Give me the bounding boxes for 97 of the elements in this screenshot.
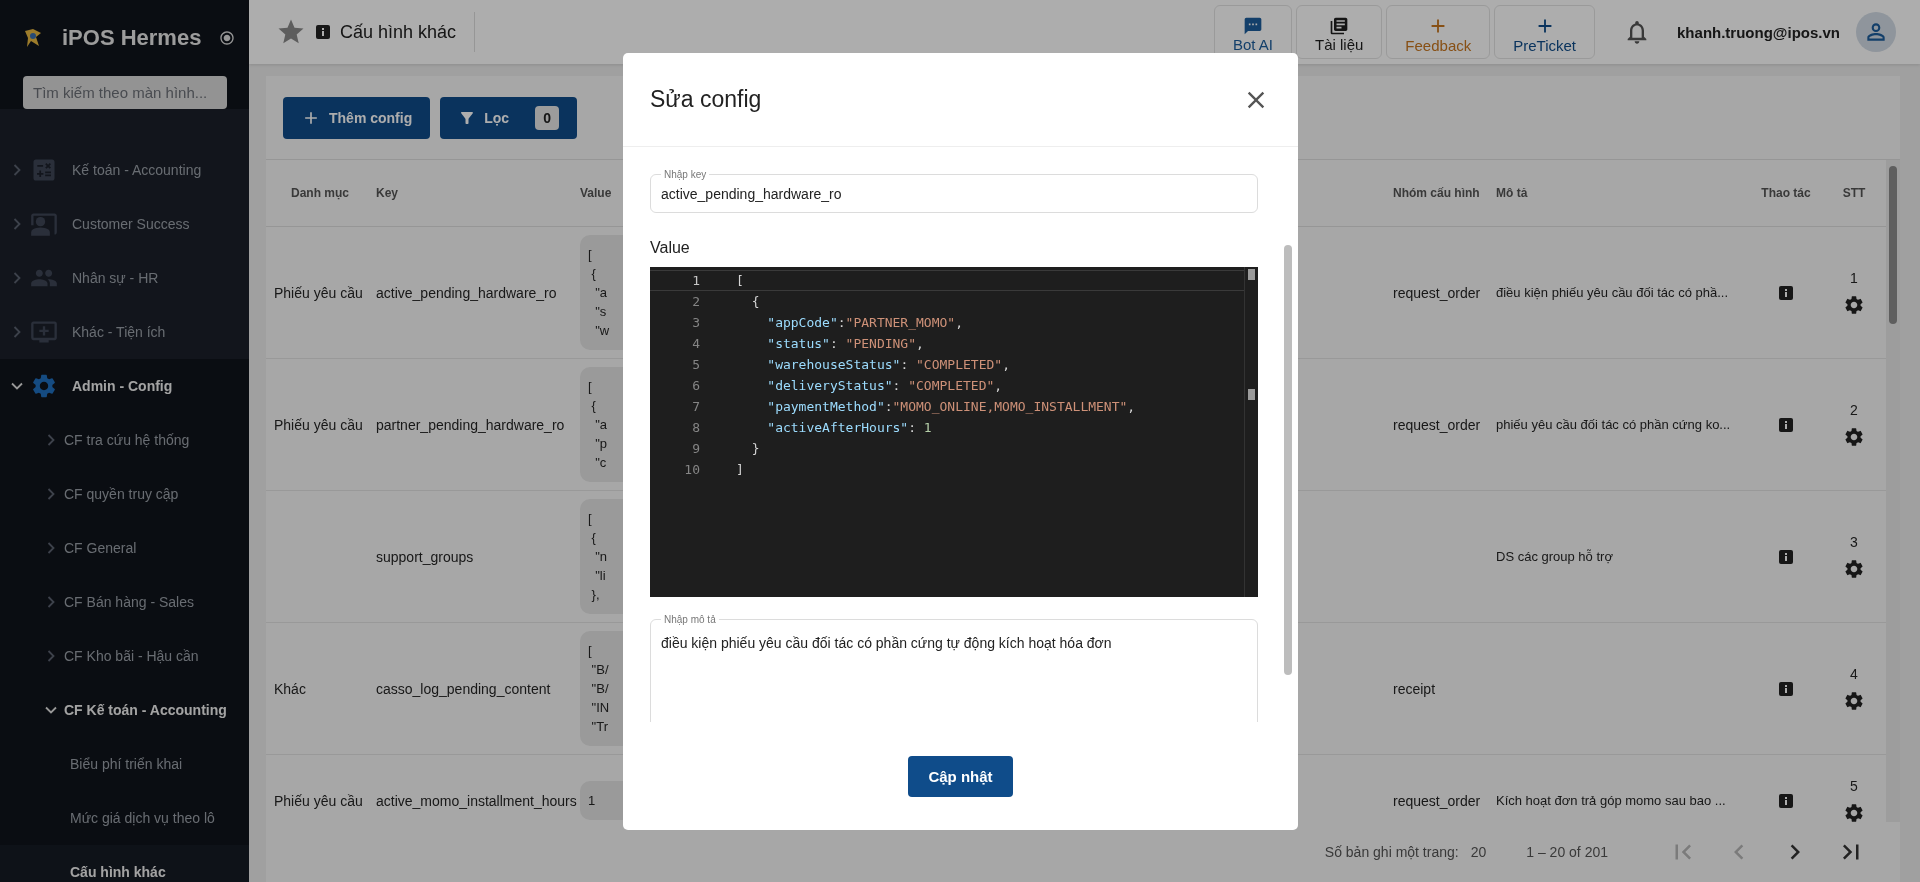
text-input[interactable]: active_pending_hardware_ro	[661, 182, 1247, 202]
line-number: 3	[691, 315, 701, 330]
sidebar-item[interactable]: Nhân sự - HR	[0, 251, 249, 305]
info-icon[interactable]	[1779, 793, 1793, 808]
settings-icon[interactable]	[1843, 425, 1865, 448]
sidebar-item[interactable]: Khác - Tiện ích	[0, 305, 249, 359]
column-header[interactable]: Thao tác	[1746, 186, 1826, 200]
table-cell: active_pending_hardware_ro	[376, 284, 557, 301]
sidebar-item[interactable]: CF Bán hàng - Sales	[0, 575, 249, 629]
value-label: Value	[650, 239, 691, 257]
rows-per-page-value[interactable]: 20	[1470, 844, 1487, 860]
line-number: 8	[691, 420, 701, 435]
table-cell: casso_log_pending_content	[376, 680, 551, 697]
column-header[interactable]: Nhóm cấu hình	[1393, 186, 1496, 200]
dialog-title: Sửa config	[650, 86, 762, 113]
page-title: Cấu hình khác	[340, 21, 457, 43]
description-field[interactable]: Nhập mô tả điều kiện phiếu yêu cầu đối tác có phần cứng tự động kích hoạt hóa đơn	[650, 614, 1258, 722]
table-cell: request_order	[1393, 792, 1481, 809]
key-field[interactable]: Nhập key active_pending_hardware_ro	[650, 169, 1258, 213]
table-cell: request_order	[1393, 416, 1481, 433]
table-cell: Khác	[274, 680, 306, 697]
column-header[interactable]: Danh mục	[266, 186, 376, 200]
radio-icon[interactable]	[219, 30, 236, 46]
line-number: 1	[691, 273, 701, 288]
field-label: Nhập mô tả	[663, 614, 717, 625]
scrollbar[interactable]	[1886, 160, 1900, 822]
info-icon[interactable]	[1779, 681, 1793, 696]
books-icon	[1329, 15, 1350, 36]
sidebar-item[interactable]: CF quyền truy cập	[0, 467, 249, 521]
sidebar-item[interactable]: CF General	[0, 521, 249, 575]
filter-button[interactable]: Lọc 0	[440, 96, 577, 139]
row-number: 5	[1850, 777, 1858, 794]
row-number: 1	[1850, 269, 1858, 286]
sidebar-item[interactable]: CF Kho bãi - Hậu cần	[0, 629, 249, 683]
table-cell: partner_pending_hardware_ro	[376, 416, 565, 433]
code-editor[interactable]	[650, 267, 1258, 597]
line-number: 7	[691, 399, 701, 414]
line-number: 6	[691, 378, 701, 393]
header-button[interactable]: Feedback	[1386, 5, 1491, 59]
settings-icon[interactable]	[1843, 557, 1865, 580]
header-button[interactable]: Tài liệu	[1296, 5, 1383, 59]
row-number: 3	[1850, 533, 1858, 550]
filter-count: 0	[535, 105, 559, 130]
settings-icon[interactable]	[1843, 689, 1865, 712]
search-field[interactable]: Tìm kiếm theo màn hình...	[23, 76, 227, 109]
chat-bubble-icon	[1243, 15, 1263, 36]
table-cell: Phiếu yêu cầu	[274, 284, 363, 301]
table-cell: DS các group hỗ trợ	[1496, 549, 1613, 564]
add-config-button[interactable]: Thêm config	[283, 96, 431, 139]
table-cell: phiếu yêu cầu đối tác có phần cứng ko...	[1496, 417, 1731, 432]
scroll-marker	[1248, 389, 1255, 400]
settings-icon[interactable]	[1843, 801, 1865, 822]
info-icon[interactable]	[316, 25, 330, 39]
table-cell: active_momo_installment_hours	[376, 792, 577, 809]
line-number: 2	[691, 294, 701, 309]
code-line: }	[750, 441, 760, 456]
sidebar-item[interactable]: Admin - Config	[0, 359, 249, 413]
header-button[interactable]: PreTicket	[1494, 5, 1596, 59]
line-number: 4	[691, 336, 701, 351]
sidebar-item[interactable]: Mức giá dịch vụ theo lô	[0, 791, 249, 845]
column-header[interactable]: Mô tả	[1496, 186, 1746, 200]
table-cell: điều kiện phiếu yêu cầu đối tác có phầ...	[1496, 285, 1728, 300]
code-line: ]	[735, 462, 744, 477]
line-number: 9	[691, 441, 701, 456]
page-range: 1 – 20 of 201	[1526, 844, 1608, 860]
table-cell: Phiếu yêu cầu	[274, 792, 363, 809]
info-icon[interactable]	[1779, 549, 1793, 564]
line-number: 10	[683, 462, 701, 477]
settings-icon	[30, 372, 58, 400]
avatar[interactable]	[1856, 12, 1896, 52]
table-cell: support_groups	[376, 548, 474, 565]
rows-per-page-label: Số bản ghi một trang:	[1324, 844, 1459, 860]
info-icon[interactable]	[1779, 285, 1793, 300]
scrollbar[interactable]	[1284, 245, 1292, 675]
code-line: {	[750, 294, 760, 309]
table-cell: request_order	[1393, 284, 1481, 301]
sidebar-item[interactable]: Cấu hình khác	[0, 845, 249, 882]
table-cell: receipt	[1393, 680, 1436, 697]
row-number: 2	[1850, 401, 1858, 418]
table-cell: Phiếu yêu cầu	[274, 416, 363, 433]
sidebar-item[interactable]: Kế toán - Accounting	[0, 143, 249, 197]
sidebar-item[interactable]: CF tra cứu hệ thống	[0, 413, 249, 467]
sidebar-item[interactable]: CF Kế toán - Accounting	[0, 683, 249, 737]
field-label: Nhập key	[663, 169, 708, 180]
code-line: [	[735, 273, 744, 288]
row-number: 4	[1850, 665, 1858, 682]
sidebar-item[interactable]: Customer Success	[0, 197, 249, 251]
table-cell: Kích hoạt đơn trả góp momo sau bao ...	[1496, 793, 1726, 808]
settings-icon[interactable]	[1843, 293, 1865, 316]
user-email: khanh.truong@ipos.vn	[1677, 23, 1840, 41]
column-header[interactable]: Key	[376, 186, 580, 200]
update-button[interactable]: Cập nhật	[908, 755, 1013, 797]
sidebar-item[interactable]: Biểu phí triển khai	[0, 737, 249, 791]
brand-name: iPOS Hermes	[62, 25, 202, 51]
scroll-marker	[1248, 269, 1255, 280]
info-icon[interactable]	[1779, 417, 1793, 432]
column-header[interactable]: STT	[1826, 186, 1882, 200]
